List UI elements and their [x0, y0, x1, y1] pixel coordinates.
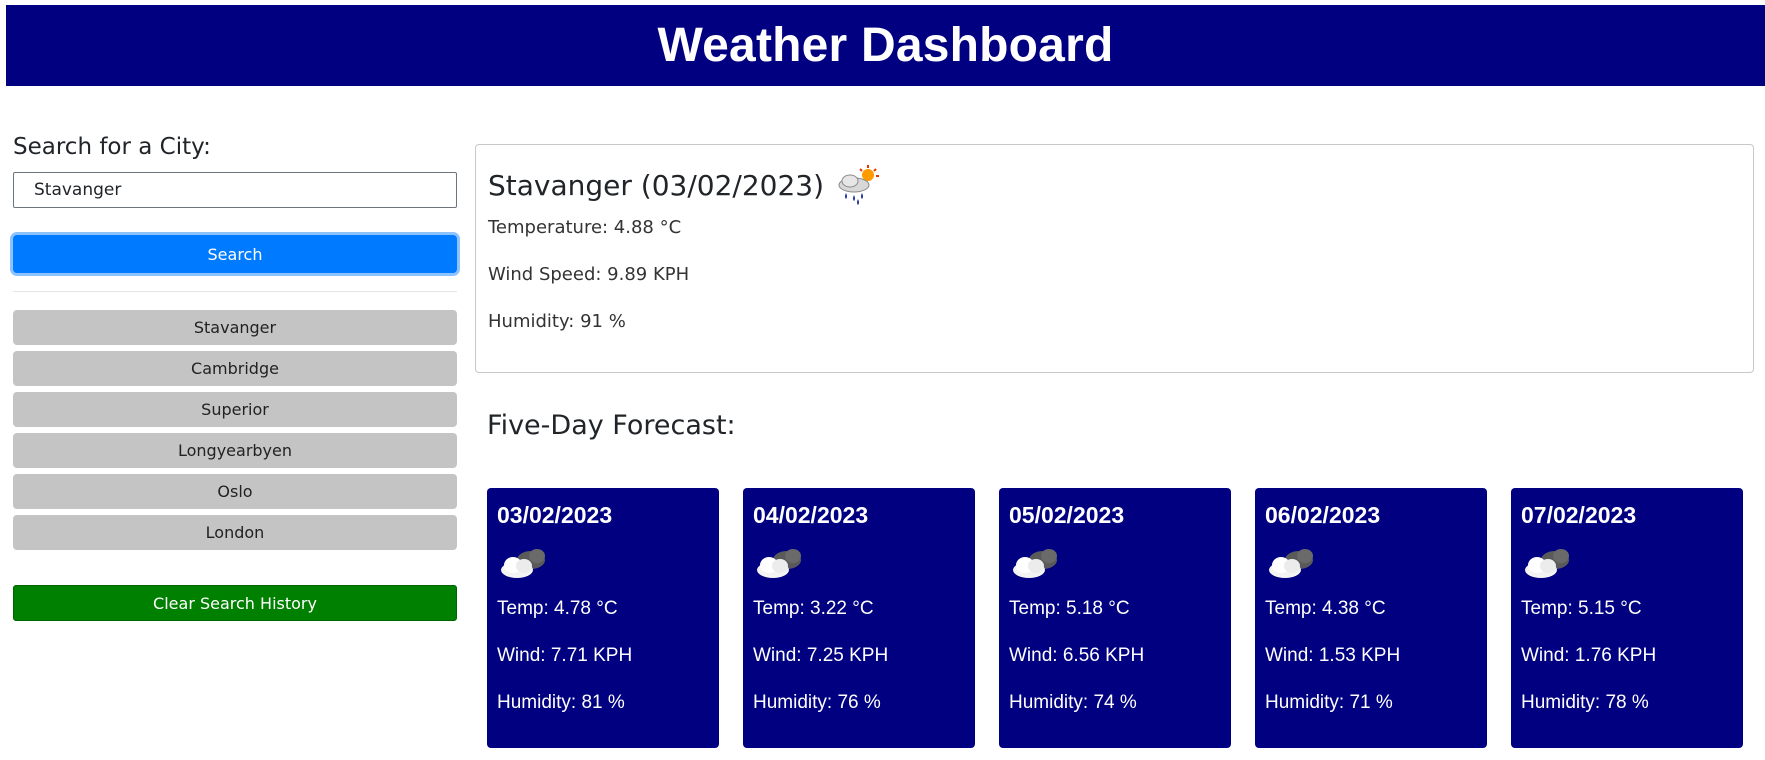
broken-clouds-icon — [1265, 544, 1477, 584]
history-item-cambridge[interactable]: Cambridge — [13, 351, 457, 386]
current-weather-card: Stavanger (03/02/2023) Temperature: 4.88… — [475, 144, 1754, 373]
forecast-humidity: Humidity: 78 % — [1521, 692, 1649, 713]
broken-clouds-icon — [497, 544, 709, 584]
page-title: Weather Dashboard — [657, 19, 1114, 72]
forecast-cards: 03/02/2023 Temp: 4.78 °C Wind: 7.71 KPH … — [487, 488, 1743, 748]
forecast-card: 03/02/2023 Temp: 4.78 °C Wind: 7.71 KPH … — [487, 488, 719, 748]
forecast-temp: Temp: 5.18 °C — [1009, 598, 1130, 619]
broken-clouds-icon — [1009, 544, 1221, 584]
forecast-wind: Wind: 1.76 KPH — [1521, 645, 1657, 666]
forecast-temp: Temp: 4.78 °C — [497, 598, 618, 619]
forecast-humidity: Humidity: 74 % — [1009, 692, 1137, 713]
broken-clouds-icon — [1521, 544, 1733, 584]
current-temperature: Temperature: 4.88 °C — [488, 217, 682, 238]
forecast-wind: Wind: 1.53 KPH — [1265, 645, 1401, 666]
forecast-wind: Wind: 7.71 KPH — [497, 645, 633, 666]
history-item-stavanger[interactable]: Stavanger — [13, 310, 457, 345]
forecast-wind: Wind: 7.25 KPH — [753, 645, 889, 666]
search-history-list: Stavanger Cambridge Superior Longyearbye… — [13, 310, 457, 550]
history-item-longyearbyen[interactable]: Longyearbyen — [13, 433, 457, 468]
forecast-heading: Five-Day Forecast: — [487, 410, 736, 441]
history-item-oslo[interactable]: Oslo — [13, 474, 457, 509]
forecast-card: 07/02/2023 Temp: 5.15 °C Wind: 1.76 KPH … — [1511, 488, 1743, 748]
forecast-date: 06/02/2023 — [1265, 502, 1381, 528]
search-label: Search for a City: — [13, 134, 211, 160]
forecast-card: 05/02/2023 Temp: 5.18 °C Wind: 6.56 KPH … — [999, 488, 1231, 748]
rain-sun-icon — [834, 165, 880, 205]
city-search-input[interactable] — [13, 172, 457, 208]
current-wind-speed: Wind Speed: 9.89 KPH — [488, 264, 690, 285]
clear-history-button[interactable]: Clear Search History — [13, 585, 457, 621]
current-weather-heading: Stavanger (03/02/2023) — [488, 165, 1741, 205]
forecast-humidity: Humidity: 81 % — [497, 692, 625, 713]
search-button[interactable]: Search — [13, 235, 457, 273]
sidebar: Search for a City: Search Stavanger Camb… — [13, 128, 457, 621]
forecast-humidity: Humidity: 71 % — [1265, 692, 1393, 713]
forecast-date: 03/02/2023 — [497, 502, 613, 528]
forecast-temp: Temp: 4.38 °C — [1265, 598, 1386, 619]
history-item-london[interactable]: London — [13, 515, 457, 550]
page-header: Weather Dashboard — [6, 5, 1765, 86]
forecast-date: 04/02/2023 — [753, 502, 869, 528]
current-humidity: Humidity: 91 % — [488, 311, 626, 332]
forecast-temp: Temp: 5.15 °C — [1521, 598, 1642, 619]
divider — [13, 291, 457, 292]
forecast-humidity: Humidity: 76 % — [753, 692, 881, 713]
broken-clouds-icon — [753, 544, 965, 584]
forecast-card: 04/02/2023 Temp: 3.22 °C Wind: 7.25 KPH … — [743, 488, 975, 748]
forecast-card: 06/02/2023 Temp: 4.38 °C Wind: 1.53 KPH … — [1255, 488, 1487, 748]
forecast-wind: Wind: 6.56 KPH — [1009, 645, 1145, 666]
history-item-superior[interactable]: Superior — [13, 392, 457, 427]
current-city-date: Stavanger (03/02/2023) — [488, 168, 825, 202]
forecast-temp: Temp: 3.22 °C — [753, 598, 874, 619]
forecast-date: 05/02/2023 — [1009, 502, 1125, 528]
forecast-date: 07/02/2023 — [1521, 502, 1637, 528]
